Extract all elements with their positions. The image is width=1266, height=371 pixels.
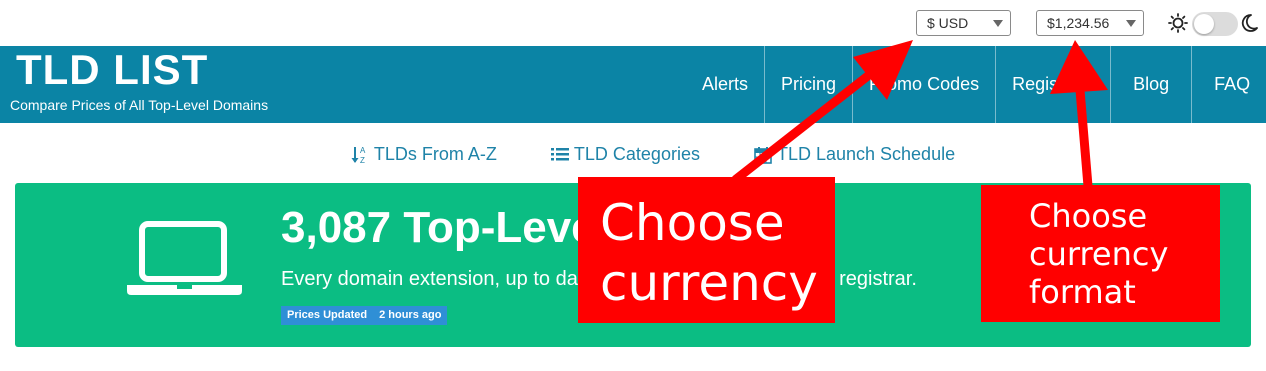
annotation-line: format xyxy=(1029,273,1136,311)
annotation-choose-currency-format: Choose currency format xyxy=(981,185,1220,322)
annotation-line: currency xyxy=(600,254,818,312)
arrow-to-currency-line xyxy=(732,64,881,184)
annotation-line: Choose xyxy=(600,194,785,252)
arrow-to-format-head xyxy=(1050,40,1108,94)
arrow-to-format-line xyxy=(1075,89,1093,187)
annotation-line: currency xyxy=(1029,235,1169,273)
arrow-to-currency-head xyxy=(853,40,913,100)
annotation-choose-currency: Choose currency xyxy=(578,177,835,323)
annotation-line: Choose xyxy=(1029,197,1148,235)
